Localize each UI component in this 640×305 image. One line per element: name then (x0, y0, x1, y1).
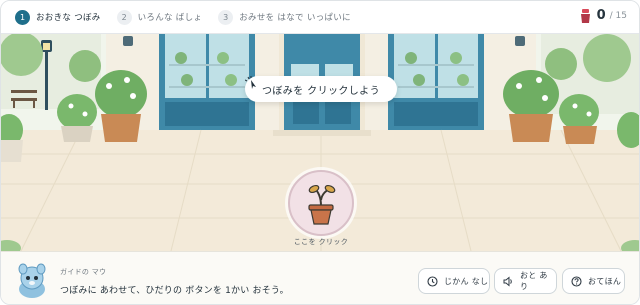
hint-text: つぼみを クリックしよう (262, 85, 380, 97)
counter-total: / 15 (609, 10, 627, 21)
step-number: 1 (15, 9, 30, 25)
guide-bar: ガイドの マウ つぼみに あわせて、ひだりの ボタンを 1かい おそう。 じかん… (1, 251, 639, 304)
timer-toggle-button[interactable]: じかん なし (418, 268, 490, 294)
mascot-avatar (18, 263, 46, 298)
shop-scene: つぼみを クリックしよう ここを クリック (1, 34, 639, 251)
hint-banner: つぼみを クリックしよう (245, 76, 397, 102)
step-3[interactable]: 3 おみせを はなで いっぱいに (218, 9, 351, 25)
step-1[interactable]: 1 おおきな つぼみ (15, 9, 101, 25)
step-label: おおきな つぼみ (36, 13, 101, 23)
flower-counter: 0 / 15 (580, 8, 627, 23)
sprout-pot-icon (308, 184, 336, 225)
timer-toggle-label: じかん なし (444, 276, 489, 286)
flower-pot-counter-icon (580, 8, 590, 23)
sprout-pot-button[interactable] (288, 170, 354, 236)
app-window: 1 おおきな つぼみ 2 いろんな ばしょ 3 おみせを はなで いっぱいに 0… (0, 0, 640, 305)
sound-toggle-button[interactable]: おと あり (494, 268, 557, 294)
guide-message: つぼみに あわせて、ひだりの ボタンを 1かい おそう。 (60, 286, 289, 296)
step-number: 2 (116, 9, 132, 25)
step-bar: 1 おおきな つぼみ 2 いろんな ばしょ 3 おみせを はなで いっぱいに 0… (1, 1, 639, 34)
step-number: 3 (218, 9, 234, 25)
sound-toggle-label: おと あり (519, 271, 548, 291)
clock-icon (427, 275, 438, 287)
question-icon (571, 275, 582, 287)
example-label: おてほん (588, 276, 622, 286)
speaker-icon (503, 275, 512, 287)
guide-speaker: ガイドの マウ (60, 268, 107, 276)
step-label: おみせを はなで いっぱいに (239, 13, 351, 23)
counter-value: 0 (596, 8, 606, 23)
step-label: いろんな ばしょ (137, 13, 203, 23)
sparkle-cursor-icon (245, 76, 256, 89)
example-button[interactable]: おてほん (562, 268, 625, 294)
step-2[interactable]: 2 いろんな ばしょ (116, 9, 203, 25)
pot-caption: ここを クリック (293, 238, 349, 246)
